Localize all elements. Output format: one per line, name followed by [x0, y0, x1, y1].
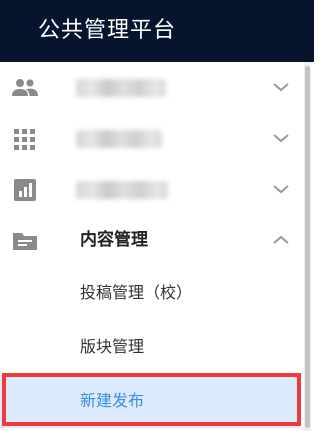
app-header: 公共管理平台: [0, 0, 314, 62]
chevron-down-icon[interactable]: [272, 181, 290, 195]
blurred-label: [76, 181, 168, 199]
sidebar-item-content-management[interactable]: 内容管理: [0, 215, 300, 266]
submenu-item-section-management[interactable]: 版块管理: [0, 320, 300, 374]
chart-icon: [11, 178, 39, 202]
submenu-item-label: 新建发布: [80, 391, 145, 410]
sidebar-item-blurred-2[interactable]: [0, 113, 300, 164]
blurred-label: [76, 130, 162, 148]
sidebar-item-label: 内容管理: [80, 230, 148, 250]
chevron-down-icon[interactable]: [272, 79, 290, 93]
blurred-label: [76, 79, 166, 97]
apps-grid-icon: [11, 127, 39, 151]
chevron-down-icon[interactable]: [272, 130, 290, 144]
scrollbar-thumb[interactable]: [305, 66, 310, 428]
submenu-item-submission-management[interactable]: 投稿管理（校）: [0, 266, 300, 320]
submenu-item-label: 版块管理: [80, 337, 145, 356]
people-icon: [11, 76, 39, 100]
chevron-up-icon[interactable]: [272, 232, 290, 246]
sidebar-item-blurred-1[interactable]: [0, 62, 300, 113]
folder-icon: [11, 229, 39, 253]
sidebar-item-blurred-3[interactable]: [0, 164, 300, 215]
sidebar-menu: 内容管理 投稿管理（校） 版块管理 新建发布: [0, 62, 300, 428]
submenu-item-label: 投稿管理（校）: [80, 283, 193, 302]
submenu-item-new-publish[interactable]: 新建发布: [0, 374, 300, 428]
app-title: 公共管理平台: [38, 18, 177, 43]
